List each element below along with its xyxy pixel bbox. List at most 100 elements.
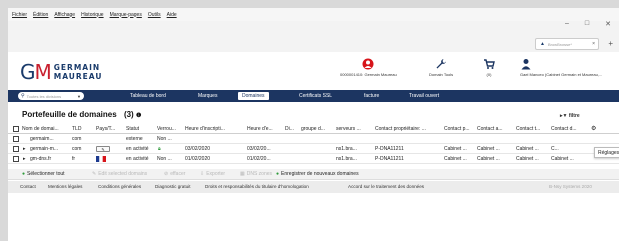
window-controls: – □ ✕	[565, 20, 619, 28]
edit-country-icon[interactable]: ✎	[96, 145, 110, 152]
cell-domain[interactable]: gm-dns.fr	[30, 154, 70, 164]
cell-domain[interactable]: germaim...	[30, 134, 70, 144]
col-contact-t[interactable]: Contact t...	[516, 124, 547, 134]
col-pays[interactable]: Pays/T...	[96, 124, 122, 134]
col-heure-inscription[interactable]: Heure d'inscripti...	[185, 124, 243, 134]
grid-icon: ▦	[240, 171, 245, 177]
nav-certificats-ssl[interactable]: Certificats SSL	[295, 92, 336, 100]
gear-icon[interactable]: ⚙	[591, 124, 599, 134]
division-select[interactable]: ⚲ Toutes les divisions ▼	[18, 92, 84, 100]
select-all-checkbox[interactable]	[13, 126, 19, 132]
add-icon: ●	[276, 171, 280, 177]
cell-domain[interactable]: germain-m...	[30, 144, 70, 154]
cart-count: (0)	[486, 72, 492, 77]
cell-owner: P-DNA11211	[375, 156, 404, 162]
table-row[interactable]: ▸ germain-m... com ✎ en activité 🔒︎ 03/0…	[8, 144, 619, 154]
cell-servers: ns1.bra...	[336, 156, 357, 162]
account-menu[interactable]: 0000001410: Germain Maureau	[340, 58, 397, 77]
export-icon: ⇩	[200, 171, 205, 177]
col-di[interactable]: Di...	[285, 124, 299, 134]
minimize-button[interactable]: –	[565, 20, 569, 28]
col-contact-d[interactable]: Contact d...	[551, 124, 591, 134]
col-groupe[interactable]: groupe d...	[301, 124, 333, 134]
france-flag-icon	[96, 155, 106, 162]
info-icon[interactable]: ❶	[136, 113, 141, 119]
search-icon: ⚲	[21, 93, 25, 99]
footer-link-accord[interactable]: Accord sur le traitement des données	[348, 181, 424, 193]
menu-outils[interactable]: Outils	[148, 12, 161, 18]
footer-link-contact[interactable]: Contact	[20, 181, 36, 193]
register-domains-button[interactable]: ● Enregistrer de nouveaux domaines	[276, 169, 359, 180]
menu-historique[interactable]: Historique	[81, 12, 104, 18]
cell-tld: com	[72, 146, 82, 152]
account-label: 0000001410: Germain Maureau	[340, 72, 397, 77]
select-all-button[interactable]: ● Sélectionner tout	[22, 169, 65, 180]
footer-link-conditions[interactable]: Conditions générales	[98, 181, 141, 193]
cell-servers: ns1.bra...	[336, 146, 357, 152]
col-statut[interactable]: Statut	[126, 124, 154, 134]
menu-edition[interactable]: Édition	[33, 12, 48, 18]
tab-strip: ▲ BrowBrowse* × +	[8, 38, 619, 51]
menu-aide[interactable]: Aide	[167, 12, 177, 18]
footer-link-droits[interactable]: Droits et responsabilités du titulaire d…	[205, 181, 309, 193]
user-menu[interactable]: Gael Manceo (Cabinet Germain et Maureau,…	[520, 58, 602, 77]
row-checkbox[interactable]	[13, 146, 19, 152]
col-nom-de-domaine[interactable]: Nom de domai...	[22, 124, 70, 134]
col-tld[interactable]: TLD	[72, 124, 88, 134]
delete-button[interactable]: ⊘ effacer	[164, 169, 185, 180]
nav-travail-ouvert[interactable]: Travail ouvert	[405, 92, 443, 100]
maximize-button[interactable]: □	[585, 20, 589, 28]
cart-menu[interactable]: (0)	[483, 58, 495, 77]
row-checkbox[interactable]	[13, 136, 19, 142]
settings-popup[interactable]: Réglages	[594, 147, 619, 158]
footer-link-diagnostic[interactable]: Diagnostic gratuit	[155, 181, 191, 193]
new-tab-button[interactable]: +	[608, 39, 613, 48]
dns-zones-label: DNS zones	[246, 171, 273, 177]
cell-contact-d: C...	[551, 146, 559, 152]
nav-domaines[interactable]: Domaines	[238, 92, 269, 100]
select-icon: ●	[22, 171, 26, 177]
table-row[interactable]: ▸ gm-dns.fr fr en activité Non ... 01/02…	[8, 154, 619, 164]
browser-tab[interactable]: ▲ BrowBrowse* ×	[535, 38, 599, 50]
table-header: Nom de domai... TLD Pays/T... Statut Ver…	[8, 124, 619, 134]
register-domains-label: Enregistrer de nouveaux domaines	[281, 171, 359, 177]
logo-line-2: MAUREAU	[53, 72, 103, 81]
col-verrou[interactable]: Verrou...	[157, 124, 183, 134]
tab-close-icon[interactable]: ×	[592, 41, 595, 47]
col-contact-p[interactable]: Contact p...	[444, 124, 474, 134]
domain-tools-menu[interactable]: Domain Tools	[429, 58, 453, 77]
col-heure-expiration[interactable]: Heure d'e...	[247, 124, 283, 134]
chevron-down-icon: ▼	[77, 93, 81, 99]
dns-zones-button[interactable]: ▦ DNS zones	[240, 169, 272, 180]
select-all-label: Sélectionner tout	[27, 171, 65, 177]
nav-facture[interactable]: facture	[360, 92, 383, 100]
cell-contact-t: Cabinet ...	[516, 156, 539, 162]
table-row[interactable]: germaim... com externe Non ...	[8, 134, 619, 144]
row-checkbox[interactable]	[13, 156, 19, 162]
edit-selected-button[interactable]: ✎ Edit selected domains	[92, 169, 147, 180]
close-window-button[interactable]: ✕	[605, 20, 611, 28]
cell-lock: Non ...	[157, 156, 172, 162]
nav-tableau-de-bord[interactable]: Tableau de bord	[126, 92, 170, 100]
expand-icon[interactable]: ▸	[23, 144, 29, 154]
pencil-icon: ✎	[92, 171, 97, 177]
menu-fichier[interactable]: Fichier	[12, 12, 27, 18]
export-button[interactable]: ⇩ Exporter	[200, 169, 225, 180]
logo[interactable]: GM GERMAIN MAUREAU	[20, 60, 102, 84]
menu-marque-pages[interactable]: Marque-pages	[110, 12, 142, 18]
cell-contact-t: Cabinet ...	[516, 146, 539, 152]
nav-marques[interactable]: Marques	[194, 92, 221, 100]
page-title: Portefeuille de domaines (3) ❶	[22, 110, 141, 119]
col-contact-a[interactable]: Contact a...	[477, 124, 512, 134]
logo-text: GERMAIN MAUREAU	[54, 63, 103, 81]
trash-icon: ⊘	[164, 171, 169, 177]
page: GM GERMAIN MAUREAU 0000001410: Germain M…	[8, 52, 619, 241]
cell-lock: Non ...	[157, 136, 172, 142]
site-footer: Contact Mentions légales Conditions géné…	[8, 181, 619, 193]
col-contact-proprietaire[interactable]: Contact propriétaire: ...	[375, 124, 441, 134]
filter-toggle[interactable]: ▸▼ filtre	[560, 113, 580, 119]
expand-icon[interactable]: ▸	[23, 154, 29, 164]
menu-affichage[interactable]: Affichage	[54, 12, 75, 18]
footer-link-mentions[interactable]: Mentions légales	[48, 181, 82, 193]
col-serveurs[interactable]: serveurs ...	[336, 124, 370, 134]
